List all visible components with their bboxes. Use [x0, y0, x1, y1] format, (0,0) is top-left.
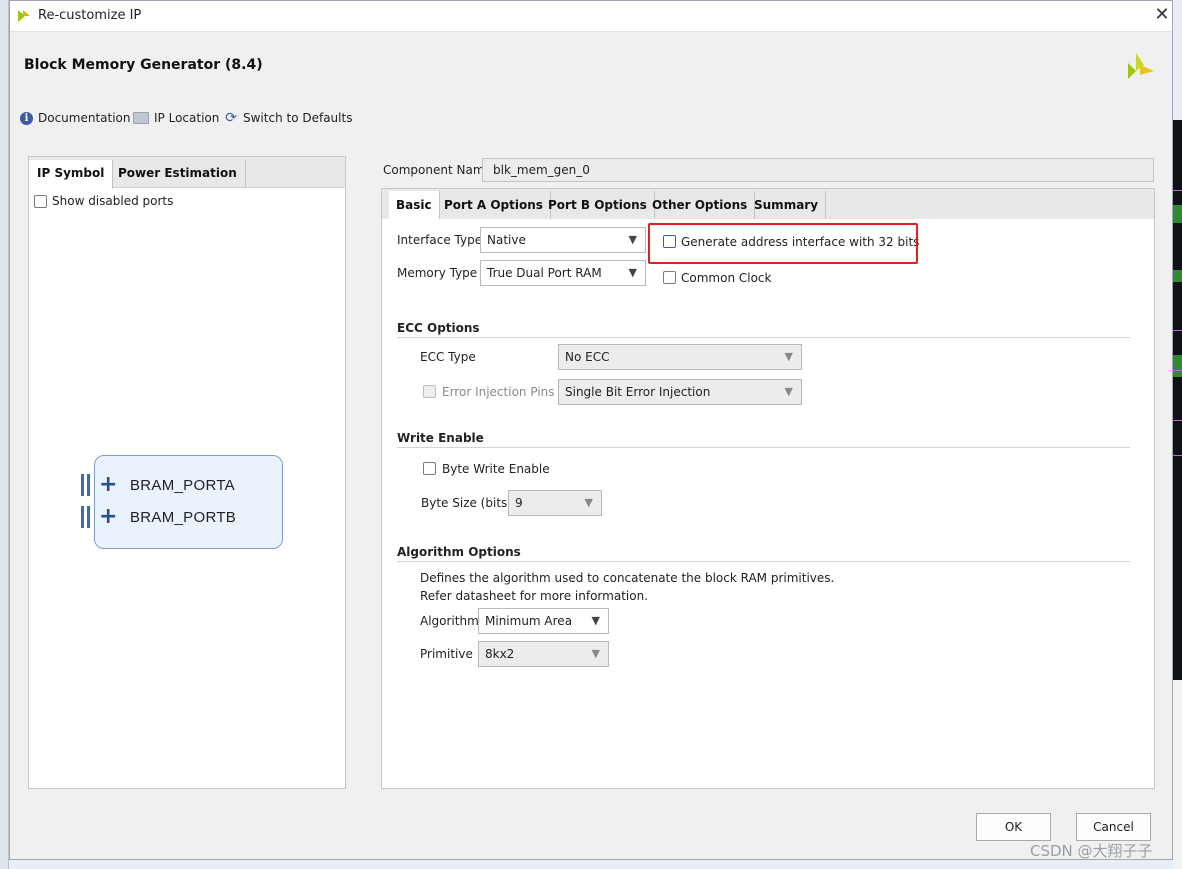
- chevron-down-icon: ▼: [784, 385, 793, 398]
- tab-port-a-options[interactable]: Port A Options: [437, 191, 551, 219]
- tab-basic[interactable]: Basic: [389, 191, 440, 219]
- common-clock-label: Common Clock: [681, 271, 772, 285]
- algorithm-description-line2: Refer datasheet for more information.: [420, 589, 648, 603]
- info-icon: i: [20, 111, 33, 125]
- show-disabled-ports-label: Show disabled ports: [52, 194, 174, 208]
- options-panel: Basic Port A Options Port B Options Othe…: [381, 188, 1155, 789]
- ip-location-button[interactable]: IP Location: [133, 109, 219, 127]
- chevron-down-icon: ▼: [628, 266, 637, 279]
- memory-type-select[interactable]: True Dual Port RAM ▼: [480, 260, 646, 286]
- tab-port-b-options[interactable]: Port B Options: [541, 191, 655, 219]
- background-app-right: [1173, 680, 1182, 869]
- ecc-type-label: ECC Type: [420, 350, 476, 364]
- ecc-type-value: No ECC: [565, 350, 610, 364]
- algorithm-description-line1: Defines the algorithm used to concatenat…: [420, 571, 835, 585]
- component-name-label: Component Name: [383, 163, 492, 177]
- option-tabs: Basic Port A Options Port B Options Othe…: [382, 189, 1154, 219]
- primitive-value: 8kx2: [485, 647, 515, 661]
- chevron-down-icon: ▼: [591, 614, 600, 627]
- byte-size-value: 9: [515, 496, 523, 510]
- expand-port-b-icon[interactable]: +: [99, 506, 117, 528]
- primitive-label: Primitive: [420, 647, 473, 661]
- left-tabs: IP Symbol Power Estimation: [29, 157, 345, 189]
- error-injection-select[interactable]: Single Bit Error Injection ▼: [558, 379, 802, 405]
- tab-power-estimation[interactable]: Power Estimation: [110, 160, 246, 187]
- xilinx-logo: [1128, 53, 1154, 79]
- divider: [397, 447, 1130, 448]
- error-injection-checkbox[interactable]: [423, 385, 436, 398]
- highlight-annotation: [648, 223, 918, 264]
- memory-type-value: True Dual Port RAM: [487, 266, 602, 280]
- window-title: Re-customize IP: [38, 8, 142, 23]
- ecc-options-heading: ECC Options: [397, 321, 480, 335]
- chevron-down-icon: ▼: [628, 233, 637, 246]
- ip-symbol-block: [94, 455, 283, 549]
- write-enable-heading: Write Enable: [397, 431, 484, 445]
- interface-type-label: Interface Type: [397, 233, 483, 247]
- byte-write-enable-label: Byte Write Enable: [442, 462, 550, 476]
- port-b-bus-icon: [81, 506, 84, 528]
- close-icon[interactable]: ✕: [1152, 5, 1172, 25]
- background-waveform: [1173, 120, 1182, 680]
- port-a-label: BRAM_PORTA: [130, 477, 235, 494]
- divider: [397, 561, 1130, 562]
- interface-type-value: Native: [487, 233, 526, 247]
- switch-defaults-label: Switch to Defaults: [243, 111, 353, 125]
- folder-icon: [133, 112, 149, 124]
- refresh-icon: ⟳: [225, 110, 237, 126]
- chevron-down-icon: ▼: [591, 647, 600, 660]
- port-a-bus-icon: [81, 474, 84, 496]
- recustomize-ip-dialog: Re-customize IP ✕ Block Memory Generator…: [9, 0, 1173, 860]
- switch-to-defaults-button[interactable]: ⟳ Switch to Defaults: [224, 109, 352, 127]
- ok-button[interactable]: OK: [976, 813, 1051, 841]
- algorithm-select[interactable]: Minimum Area ▼: [478, 608, 609, 634]
- expand-port-a-icon[interactable]: +: [99, 474, 117, 496]
- error-injection-label: Error Injection Pins: [442, 385, 555, 399]
- chevron-down-icon: ▼: [584, 496, 593, 509]
- byte-size-select[interactable]: 9 ▼: [508, 490, 602, 516]
- divider: [397, 337, 1130, 338]
- memory-type-label: Memory Type: [397, 266, 478, 280]
- tab-other-options[interactable]: Other Options: [645, 191, 756, 219]
- background-app-left: [0, 0, 9, 869]
- vivado-icon: [18, 10, 30, 22]
- title-bar: Re-customize IP ✕: [10, 1, 1172, 32]
- component-name-input[interactable]: blk_mem_gen_0: [482, 158, 1154, 182]
- interface-type-select[interactable]: Native ▼: [480, 227, 646, 253]
- ip-symbol-panel: IP Symbol Power Estimation Show disabled…: [28, 156, 346, 789]
- port-b-label: BRAM_PORTB: [130, 509, 237, 526]
- chevron-down-icon: ▼: [784, 350, 793, 363]
- documentation-button[interactable]: i Documentation: [20, 109, 131, 127]
- primitive-select[interactable]: 8kx2 ▼: [478, 641, 609, 667]
- algorithm-options-heading: Algorithm Options: [397, 545, 521, 559]
- byte-write-enable-checkbox[interactable]: [423, 462, 436, 475]
- port-b-bus-icon: [87, 506, 90, 528]
- ip-title: Block Memory Generator (8.4): [24, 57, 263, 73]
- tab-summary[interactable]: Summary: [747, 191, 827, 219]
- cancel-button[interactable]: Cancel: [1076, 813, 1151, 841]
- algorithm-label: Algorithm: [420, 614, 479, 628]
- port-a-bus-icon: [87, 474, 90, 496]
- watermark: CSDN @大翔子子: [1030, 842, 1153, 860]
- tab-ip-symbol[interactable]: IP Symbol: [29, 160, 114, 189]
- algorithm-value: Minimum Area: [485, 614, 573, 628]
- byte-size-label: Byte Size (bits): [421, 496, 512, 510]
- common-clock-checkbox[interactable]: [663, 271, 676, 284]
- ip-location-label: IP Location: [154, 111, 220, 125]
- ecc-type-select[interactable]: No ECC ▼: [558, 344, 802, 370]
- show-disabled-ports-checkbox[interactable]: [34, 195, 47, 208]
- documentation-label: Documentation: [38, 111, 131, 125]
- error-injection-value: Single Bit Error Injection: [565, 385, 711, 399]
